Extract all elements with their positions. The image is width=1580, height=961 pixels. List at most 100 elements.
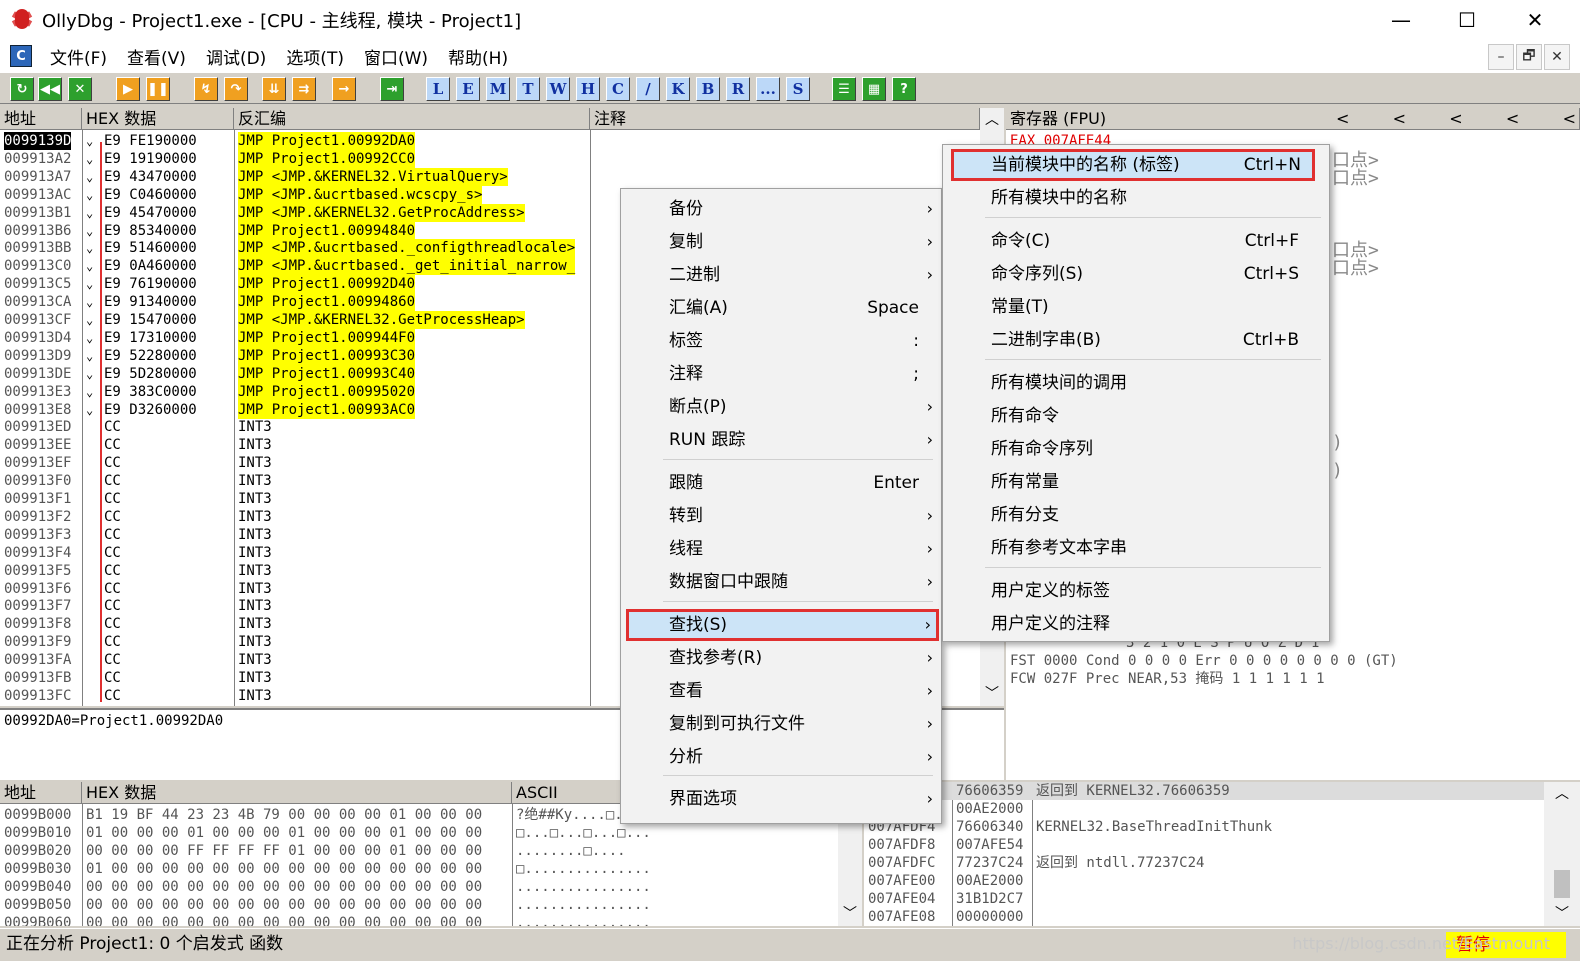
row-address[interactable]: 007AFE00 [868,872,935,890]
close-button[interactable]: ✕ [1500,0,1570,40]
row-address[interactable]: 009913D4 [4,329,71,347]
dump-row[interactable]: 0099B020 00 00 00 00 FF FF FF FF 01 00 00… [0,842,838,860]
step-into-icon[interactable]: ↯ [194,77,218,101]
menu-file[interactable]: 文件(F) [40,44,117,69]
row-address[interactable]: 009913F4 [4,544,71,562]
patches-window-button[interactable]: / [636,77,660,101]
context-menu-item-binary[interactable]: 二进制 › [621,259,941,291]
row-address[interactable]: 009913FC [4,687,71,705]
scroll-thumb[interactable] [1554,870,1570,898]
context-menu-item-follow-in-dump[interactable]: 数据窗口中跟随 › [621,566,941,598]
row-address[interactable]: 009913CF [4,311,71,329]
menu-help[interactable]: 帮助(H) [438,44,518,69]
row-address[interactable]: 007AFDF8 [868,836,935,854]
scroll-up-icon[interactable]: ︿ [1544,782,1580,806]
stack-row[interactable]: 007AFDFC 77237C24 返回到 ntdll.77237C24 [864,854,1544,872]
maximize-button[interactable]: ☐ [1432,0,1502,40]
row-address[interactable]: 009913F0 [4,472,71,490]
row-address[interactable]: 009913F1 [4,490,71,508]
row-address[interactable]: 009913EF [4,454,71,472]
register-nav-arrow[interactable]: < [1449,108,1462,130]
row-address[interactable]: 009913C5 [4,275,71,293]
handles-window-button[interactable]: H [576,77,600,101]
stack-row[interactable]: 76606359 返回到 KERNEL32.76606359 [864,782,1544,800]
mdi-minimize-button[interactable]: – [1488,44,1514,70]
context-menu-item-label[interactable]: 标签: [621,325,941,357]
row-address[interactable]: 009913DE [4,365,71,383]
run-trace-window-button[interactable]: ... [756,77,780,101]
disasm-header-comment[interactable]: 注释 [590,108,980,130]
submenu-item-command-sequence[interactable]: 命令序列(S) Ctrl+S [943,258,1329,290]
row-address[interactable]: 009913F6 [4,580,71,598]
submenu-item-all-intermodular-calls[interactable]: 所有模块间的调用 [943,367,1329,399]
row-address[interactable]: 009913CA [4,293,71,311]
references-window-button[interactable]: R [726,77,750,101]
context-menu-item-thread[interactable]: 线程 › [621,533,941,565]
context-menu-item-run-trace[interactable]: RUN 跟踪 › [621,424,941,456]
step-over-icon[interactable]: ↷ [224,77,248,101]
submenu-item-binary-string[interactable]: 二进制字串(B) Ctrl+B [943,324,1329,356]
stack-row[interactable]: 00AE2000 [864,800,1544,818]
register-nav-arrow[interactable]: < [1336,108,1349,130]
row-address[interactable]: 0099B050 [4,896,71,914]
stack-row[interactable]: 007AFE08 00000000 [864,908,1544,926]
submenu-item-all-command-sequences[interactable]: 所有命令序列 [943,433,1329,465]
dump-row[interactable]: 0099B030 01 00 00 00 00 00 00 00 00 00 00… [0,860,838,878]
submenu-item-user-defined-labels[interactable]: 用户定义的标签 [943,575,1329,607]
row-address[interactable]: 009913F3 [4,526,71,544]
context-menu-item-view[interactable]: 查看 › [621,675,941,707]
context-menu-item-assemble[interactable]: 汇编(A) Space [621,292,941,324]
context-menu-item-breakpoint[interactable]: 断点(P) › [621,391,941,423]
row-address[interactable]: 0099139D [4,132,72,150]
scroll-down-icon[interactable]: ﹀ [1544,902,1580,926]
submenu-item-all-commands[interactable]: 所有命令 [943,400,1329,432]
row-address[interactable]: 009913ED [4,418,71,436]
row-address[interactable]: 009913FA [4,651,71,669]
disasm-header-disasm[interactable]: 反汇编 [234,108,590,130]
fpu-fcw-row[interactable]: FCW 027F Prec NEAR,53 掩码 1 1 1 1 1 1 [1010,670,1325,688]
stack-scrollbar[interactable]: ︿ ﹀ [1544,782,1580,926]
pause-icon[interactable]: ❚❚ [146,77,170,101]
stack-row[interactable]: 007AFDF8 007AFE54 [864,836,1544,854]
executables-window-button[interactable]: E [456,77,480,101]
register-nav-arrow[interactable]: < [1393,108,1406,130]
context-menu-item-find-references[interactable]: 查找参考(R) › [621,642,941,674]
row-address[interactable]: 009913E3 [4,383,71,401]
submenu-item-user-defined-comments[interactable]: 用户定义的注释 [943,608,1329,640]
open-file-icon[interactable]: ↻ [10,77,34,101]
context-menu-item-copy[interactable]: 复制 › [621,226,941,258]
context-menu-item-copy-to-executable[interactable]: 复制到可执行文件 › [621,708,941,740]
close-program-icon[interactable]: ✕ [68,77,92,101]
dump-row[interactable]: 0099B010 01 00 00 00 01 00 00 00 01 00 00… [0,824,838,842]
row-address[interactable]: 009913E8 [4,401,71,419]
row-address[interactable]: 009913A2 [4,150,71,168]
stack-row[interactable]: 007AFE04 31B1D2C7 [864,890,1544,908]
row-address[interactable]: 009913AC [4,186,71,204]
dump-header-hex[interactable]: HEX 数据 [82,782,512,804]
row-address[interactable]: 0099B010 [4,824,71,842]
scroll-down-icon[interactable]: ﹀ [980,682,1004,706]
cpu-window-icon[interactable]: C [10,45,32,67]
register-nav-arrow[interactable]: < [1506,108,1519,130]
row-address[interactable]: 009913B6 [4,222,71,240]
row-address[interactable]: 009913F5 [4,562,71,580]
context-menu-item-backup[interactable]: 备份 › [621,193,941,225]
source-window-button[interactable]: S [786,77,810,101]
list-icon[interactable]: ☰ [832,77,856,101]
memory-window-button[interactable]: M [486,77,510,101]
goto-address-icon[interactable]: ⇥ [380,77,404,101]
context-menu-item-follow[interactable]: 跟随 Enter [621,467,941,499]
submenu-item-names-all-modules[interactable]: 所有模块中的名称 [943,182,1329,214]
row-address[interactable]: 0099B030 [4,860,71,878]
breakpoints-window-button[interactable]: B [696,77,720,101]
disasm-row[interactable]: 0099139D ⌄ E9 FE190000 JMP Project1.00992DA… [0,132,980,150]
mdi-close-button[interactable]: ✕ [1544,44,1570,70]
row-address[interactable]: 0099B000 [4,806,71,824]
submenu-item-all-referenced-strings[interactable]: 所有参考文本字串 [943,532,1329,564]
row-address[interactable]: 009913BB [4,239,71,257]
context-menu-item-analysis[interactable]: 分析 › [621,741,941,773]
context-menu-item-comment[interactable]: 注释; [621,358,941,390]
menu-options[interactable]: 选项(T) [276,44,354,69]
grid-icon[interactable]: ▦ [862,77,886,101]
row-address[interactable]: 0099B040 [4,878,71,896]
